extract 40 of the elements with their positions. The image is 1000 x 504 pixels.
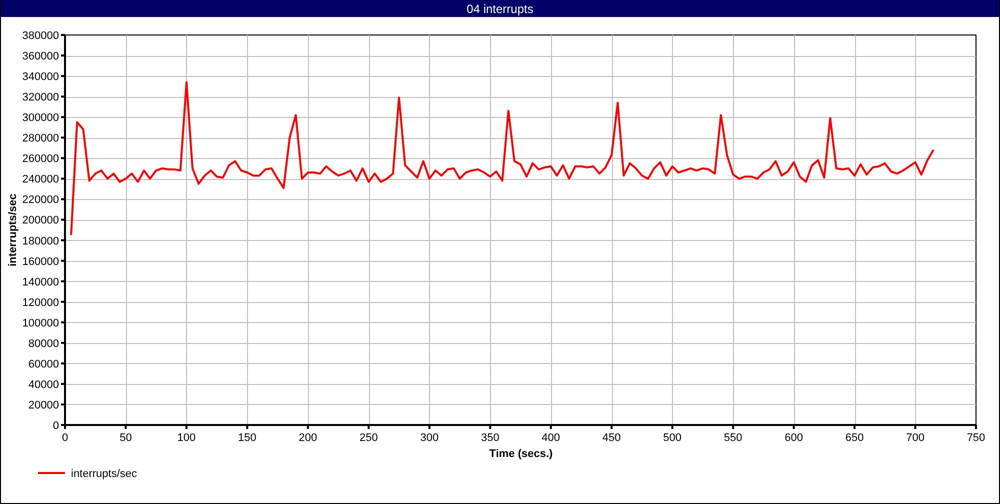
x-tick-label: 450 xyxy=(602,432,621,444)
y-tick-label: 260000 xyxy=(22,153,59,166)
y-tick-label: 280000 xyxy=(22,132,59,145)
x-tick-label: 500 xyxy=(663,432,682,444)
x-tick-label: 400 xyxy=(542,432,560,444)
legend-label: interrupts/sec xyxy=(71,468,138,480)
y-tick-label: 240000 xyxy=(22,174,59,186)
x-tick-label: 250 xyxy=(359,432,378,444)
y-tick-label: 120000 xyxy=(22,296,59,309)
y-tick-label: 0 xyxy=(52,420,59,432)
x-tick-label: 50 xyxy=(120,432,132,444)
x-tick-label: 750 xyxy=(966,432,986,444)
x-tick-label: 150 xyxy=(238,432,256,444)
y-tick-label: 340000 xyxy=(22,71,59,84)
y-tick-label: 300000 xyxy=(22,112,59,124)
y-tick-label: 220000 xyxy=(22,194,59,206)
y-tick-label: 160000 xyxy=(22,256,59,268)
x-tick-label: 650 xyxy=(845,432,864,444)
x-tick-label: 0 xyxy=(62,432,68,444)
x-tick-label: 200 xyxy=(298,432,318,444)
y-tick-label: 180000 xyxy=(22,235,59,248)
y-tick-label: 20000 xyxy=(28,399,59,412)
x-tick-label: 350 xyxy=(480,432,500,444)
y-tick-label: 360000 xyxy=(22,50,59,63)
y-tick-label: 380000 xyxy=(22,30,59,42)
y-tick-label: 40000 xyxy=(28,378,59,391)
y-tick-label: 320000 xyxy=(22,92,59,104)
x-tick-label: 700 xyxy=(906,432,924,444)
y-axis-title: interrupts/sec xyxy=(7,194,19,266)
y-tick-label: 200000 xyxy=(22,214,59,227)
window-title: 04 interrupts xyxy=(466,2,534,14)
x-tick-label: 100 xyxy=(177,432,196,444)
y-tick-label: 80000 xyxy=(28,338,59,350)
x-tick-label: 600 xyxy=(784,432,803,444)
x-axis-title: Time (secs.) xyxy=(489,448,553,460)
y-tick-label: 100000 xyxy=(22,317,59,330)
x-tick-label: 550 xyxy=(724,432,742,444)
y-tick-label: 60000 xyxy=(28,358,59,370)
y-tick-label: 140000 xyxy=(22,276,59,288)
x-tick-label: 300 xyxy=(420,432,439,444)
